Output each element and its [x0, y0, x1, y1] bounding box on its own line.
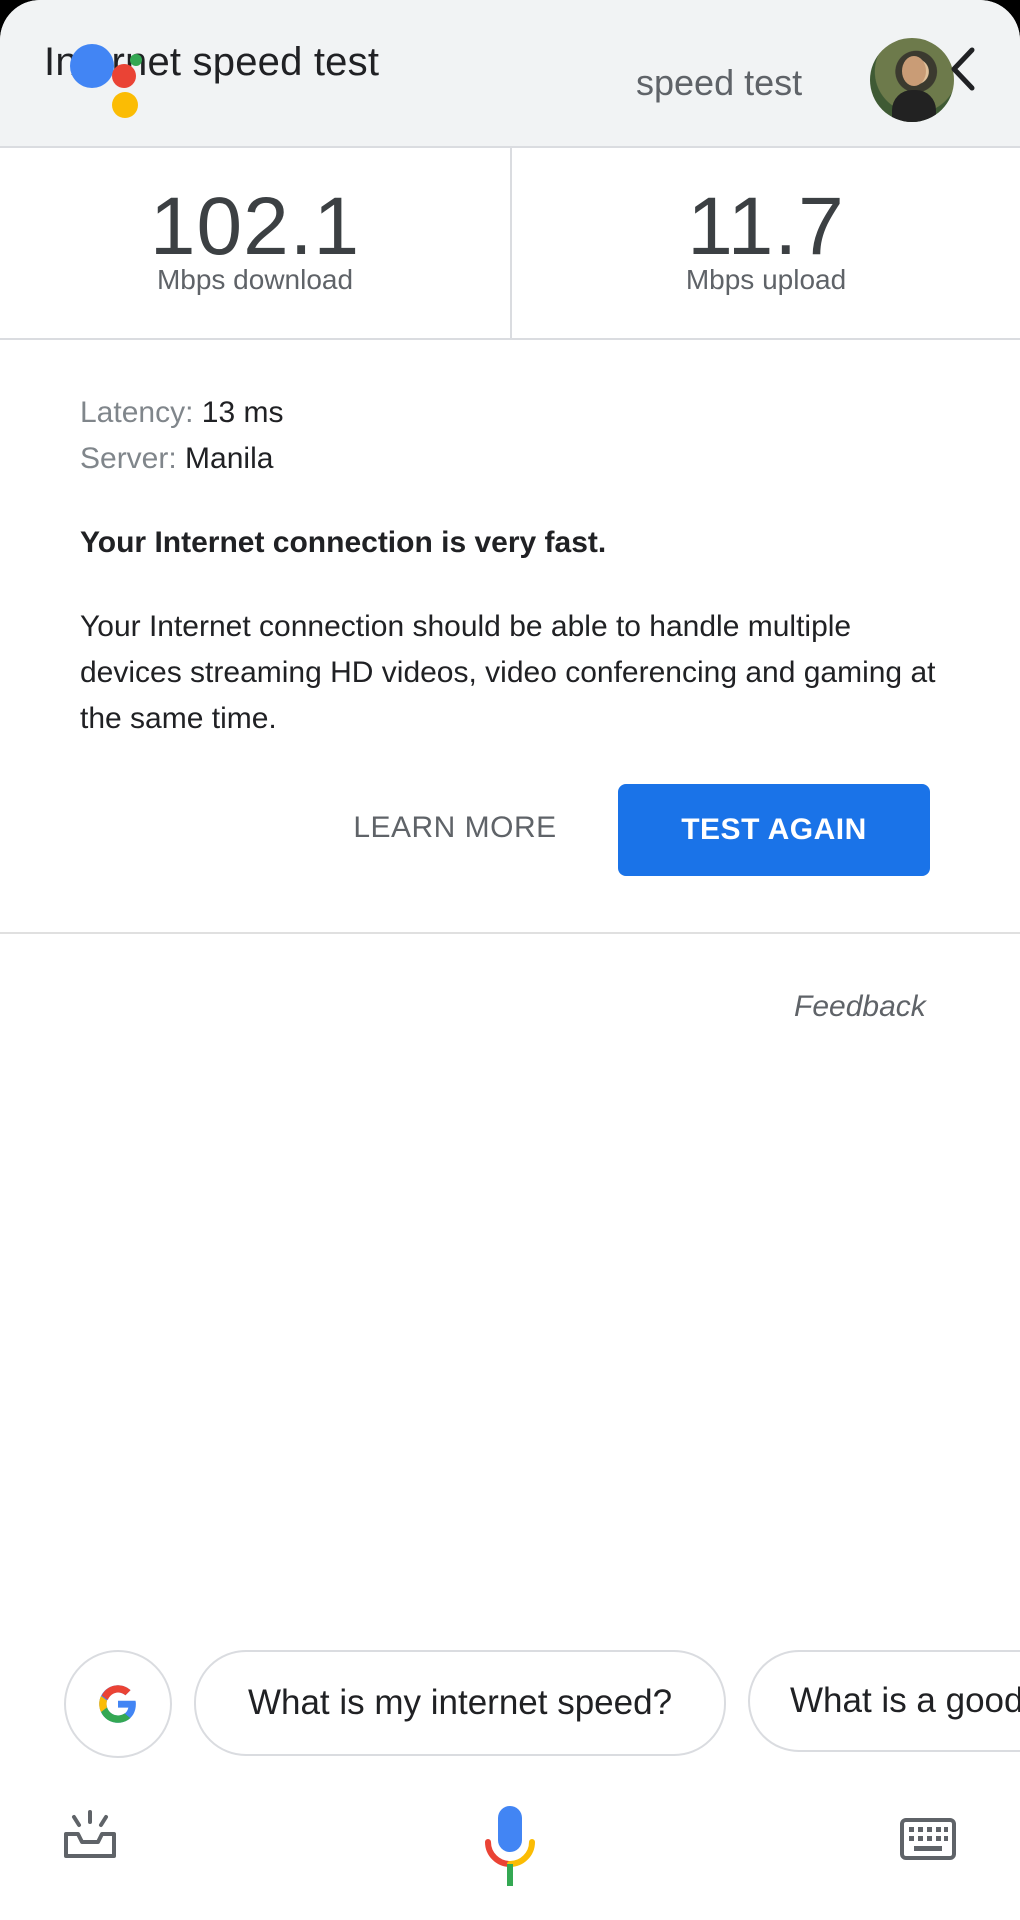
- learn-more-button[interactable]: LEARN MORE: [340, 784, 570, 872]
- google-assistant-dots-icon: [70, 40, 150, 120]
- explore-tray-icon[interactable]: [62, 1808, 118, 1860]
- mic-icon[interactable]: [484, 1806, 536, 1890]
- speed-verdict: Your Internet connection is very fast.: [80, 526, 607, 559]
- speed-description: Your Internet connection should be able …: [80, 610, 936, 735]
- chevron-left-icon[interactable]: [944, 44, 980, 94]
- upload-unit: Mbps upload: [685, 264, 847, 295]
- google-search-chip[interactable]: [64, 1650, 172, 1758]
- assistant-header: Internet speed test speed test: [0, 0, 1020, 148]
- speed-results: 102.1 Mbps download 11.7 Mbps upload: [0, 148, 1020, 340]
- assistant-dot-blue: [70, 44, 114, 88]
- assistant-sheet: Internet speed test speed test 102.1 Mbp…: [0, 0, 1020, 1920]
- server-label: Server:: [80, 442, 177, 475]
- feedback-link[interactable]: Feedback: [794, 990, 926, 1024]
- upload-value: 11.7: [687, 181, 845, 272]
- latency-line: Latency: 13 ms: [80, 396, 283, 430]
- upload-result: 11.7 Mbps upload: [512, 148, 1020, 338]
- latency-value: 13 ms: [201, 396, 284, 429]
- avatar-face: [902, 56, 926, 86]
- assistant-dot-red: [112, 64, 136, 88]
- divider: [0, 932, 1020, 934]
- download-unit: Mbps download: [156, 264, 354, 295]
- download-result: 102.1 Mbps download: [0, 148, 512, 338]
- assistant-dot-yellow: [112, 92, 138, 118]
- avatar[interactable]: [870, 38, 954, 122]
- query-text[interactable]: speed test: [636, 62, 802, 104]
- server-line: Server: Manila: [80, 442, 273, 476]
- download-value: 102.1: [149, 181, 361, 272]
- assistant-dot-green: [130, 54, 142, 66]
- keyboard-icon[interactable]: [900, 1818, 956, 1860]
- latency-label: Latency:: [80, 396, 194, 429]
- suggestion-chip[interactable]: What is my internet speed?: [194, 1650, 726, 1756]
- google-g-icon: [99, 1685, 136, 1723]
- suggestion-chip[interactable]: What is a good: [748, 1650, 1020, 1752]
- avatar-shirt: [892, 90, 936, 122]
- test-again-button[interactable]: TEST AGAIN: [618, 784, 930, 876]
- server-value: Manila: [185, 442, 274, 475]
